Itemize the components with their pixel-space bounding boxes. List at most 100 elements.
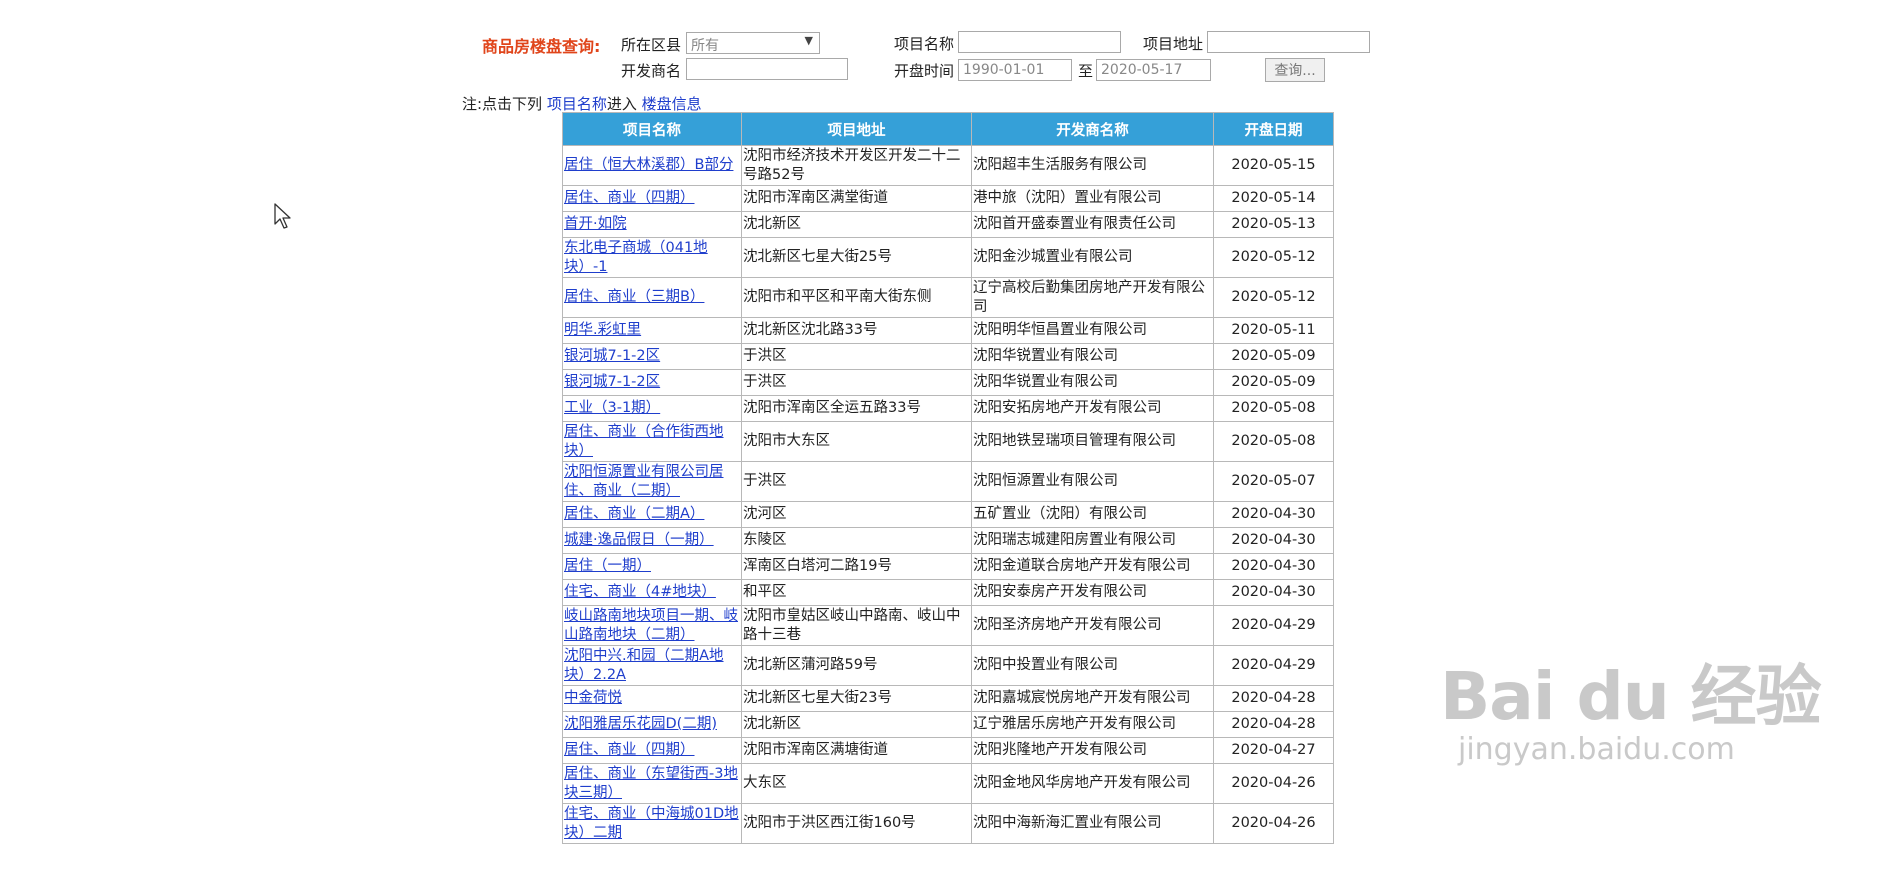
- table-row: 东北电子商城（041地块）-1 沈北新区七星大街25号 沈阳金沙城置业有限公司 …: [562, 237, 1334, 278]
- project-link[interactable]: 居住（一期）: [564, 558, 651, 574]
- project-link[interactable]: 中金荷悦: [564, 690, 622, 706]
- cell-date: 2020-05-13: [1213, 211, 1334, 238]
- table-row: 首开·如院 沈北新区 沈阳首开盛泰置业有限责任公司 2020-05-13: [562, 211, 1334, 238]
- to-label: 至: [1078, 62, 1094, 80]
- project-link[interactable]: 首开·如院: [564, 216, 627, 232]
- note-prefix: 注:点击下列: [462, 95, 543, 113]
- cell-project-name: 居住、商业（二期A）: [562, 501, 742, 528]
- project-link[interactable]: 住宅、商业（中海城01D地块）二期: [564, 806, 739, 841]
- table-row: 银河城7-1-2区 于洪区 沈阳华锐置业有限公司 2020-05-09: [562, 343, 1334, 370]
- cell-address: 大东区: [741, 763, 972, 804]
- note-project-name: 项目名称: [546, 95, 607, 113]
- query-button[interactable]: 查询...: [1265, 58, 1325, 82]
- cell-address: 沈北新区沈北路33号: [741, 317, 972, 344]
- cell-developer: 沈阳首开盛泰置业有限责任公司: [971, 211, 1214, 238]
- project-link[interactable]: 沈阳中兴.和园（二期A地块）2.2A: [564, 648, 724, 683]
- cell-project-name: 中金荷悦: [562, 685, 742, 712]
- project-address-input[interactable]: [1207, 31, 1370, 53]
- cell-address: 沈北新区蒲河路59号: [741, 645, 972, 686]
- cell-project-name: 工业（3-1期）: [562, 395, 742, 422]
- cell-address: 沈阳市浑南区满堂街道: [741, 185, 972, 212]
- cell-address: 沈阳市和平区和平南大街东侧: [741, 277, 972, 318]
- cell-project-name: 沈阳中兴.和园（二期A地块）2.2A: [562, 645, 742, 686]
- cell-address: 沈阳市浑南区满塘街道: [741, 737, 972, 764]
- cell-address: 沈阳市皇姑区岐山中路南、岐山中路十三巷: [741, 605, 972, 646]
- project-link[interactable]: 城建·逸品假日（一期）: [564, 532, 714, 548]
- cell-project-name: 居住、商业（东望街西-3地块三期）: [562, 763, 742, 804]
- table-row: 工业（3-1期） 沈阳市浑南区全运五路33号 沈阳安拓房地产开发有限公司 202…: [562, 395, 1334, 422]
- cell-date: 2020-04-30: [1213, 501, 1334, 528]
- cell-date: 2020-04-26: [1213, 763, 1334, 804]
- project-link[interactable]: 居住、商业（四期）: [564, 742, 695, 758]
- table-row: 居住、商业（三期B） 沈阳市和平区和平南大街东侧 辽宁高校后勤集团房地产开发有限…: [562, 277, 1334, 318]
- cell-developer: 沈阳华锐置业有限公司: [971, 369, 1214, 396]
- cell-developer: 五矿置业（沈阳）有限公司: [971, 501, 1214, 528]
- project-link[interactable]: 居住、商业（四期）: [564, 190, 695, 206]
- district-select-value: 所有: [691, 38, 719, 54]
- header-project-address: 项目地址: [741, 112, 972, 146]
- project-link[interactable]: 东北电子商城（041地块）-1: [564, 240, 708, 275]
- cell-developer: 沈阳安泰房产开发有限公司: [971, 579, 1214, 606]
- table-row: 居住、商业（四期） 沈阳市浑南区满塘街道 沈阳兆隆地产开发有限公司 2020-0…: [562, 737, 1334, 764]
- project-link[interactable]: 居住、商业（合作街西地块）: [564, 424, 724, 459]
- header-project-name: 项目名称: [562, 112, 742, 146]
- cell-date: 2020-04-28: [1213, 685, 1334, 712]
- open-time-label: 开盘时间: [894, 62, 955, 80]
- project-link[interactable]: 居住、商业（东望街西-3地块三期）: [564, 766, 738, 801]
- cell-date: 2020-05-07: [1213, 461, 1334, 502]
- cell-address: 和平区: [741, 579, 972, 606]
- cell-developer: 沈阳中海新海汇置业有限公司: [971, 803, 1214, 844]
- cell-address: 沈阳市浑南区全运五路33号: [741, 395, 972, 422]
- project-link[interactable]: 明华.彩虹里: [564, 322, 641, 338]
- table-header-row: 项目名称 项目地址 开发商名称 开盘日期: [562, 112, 1334, 146]
- cell-project-name: 居住、商业（四期）: [562, 185, 742, 212]
- chevron-down-icon: ▼: [804, 34, 813, 47]
- search-title: 商品房楼盘查询:: [482, 37, 601, 56]
- cell-developer: 沈阳兆隆地产开发有限公司: [971, 737, 1214, 764]
- cell-developer: 沈阳嘉城宸悦房地产开发有限公司: [971, 685, 1214, 712]
- cell-date: 2020-05-09: [1213, 369, 1334, 396]
- cell-project-name: 住宅、商业（中海城01D地块）二期: [562, 803, 742, 844]
- developer-label: 开发商名: [621, 62, 682, 80]
- cell-date: 2020-04-28: [1213, 711, 1334, 738]
- cell-address: 沈北新区七星大街25号: [741, 237, 972, 278]
- cell-date: 2020-05-12: [1213, 277, 1334, 318]
- cell-address: 东陵区: [741, 527, 972, 554]
- cell-address: 沈河区: [741, 501, 972, 528]
- project-link[interactable]: 住宅、商业（4#地块）: [564, 584, 716, 600]
- cell-date: 2020-04-26: [1213, 803, 1334, 844]
- table-row: 居住（恒大林溪郡）B部分 沈阳市经济技术开发区开发二十二号路52号 沈阳超丰生活…: [562, 145, 1334, 186]
- project-link[interactable]: 银河城7-1-2区: [564, 348, 660, 364]
- cell-address: 于洪区: [741, 369, 972, 396]
- cell-developer: 辽宁雅居乐房地产开发有限公司: [971, 711, 1214, 738]
- project-link[interactable]: 沈阳恒源置业有限公司居住、商业（二期）: [564, 464, 724, 499]
- table-row: 居住（一期） 浑南区白塔河二路19号 沈阳金道联合房地产开发有限公司 2020-…: [562, 553, 1334, 580]
- project-name-input[interactable]: [958, 31, 1121, 53]
- project-name-label: 项目名称: [894, 35, 955, 53]
- project-link[interactable]: 岐山路南地块项目一期、岐山路南地块（二期）: [564, 608, 738, 643]
- date-to-input[interactable]: [1096, 59, 1211, 81]
- header-open-date: 开盘日期: [1213, 112, 1334, 146]
- cell-address: 沈阳市于洪区西江街160号: [741, 803, 972, 844]
- project-link[interactable]: 居住、商业（二期A）: [564, 506, 704, 522]
- district-select[interactable]: 所有 ▼: [686, 32, 820, 54]
- developer-input[interactable]: [686, 58, 848, 80]
- watermark-url: jingyan.baidu.com: [1458, 732, 1735, 767]
- cell-date: 2020-05-15: [1213, 145, 1334, 186]
- cell-project-name: 沈阳雅居乐花园D(二期): [562, 711, 742, 738]
- district-label: 所在区县: [621, 36, 682, 54]
- project-link[interactable]: 居住（恒大林溪郡）B部分: [564, 157, 733, 173]
- project-link[interactable]: 居住、商业（三期B）: [564, 289, 704, 305]
- project-link[interactable]: 工业（3-1期）: [564, 400, 660, 416]
- cell-date: 2020-05-11: [1213, 317, 1334, 344]
- date-from-input[interactable]: [958, 59, 1072, 81]
- cell-developer: 沈阳金沙城置业有限公司: [971, 237, 1214, 278]
- watermark-brand: Bai du 经验: [1440, 658, 1822, 735]
- cell-date: 2020-05-08: [1213, 395, 1334, 422]
- table-row: 住宅、商业（4#地块） 和平区 沈阳安泰房产开发有限公司 2020-04-30: [562, 579, 1334, 606]
- project-link[interactable]: 沈阳雅居乐花园D(二期): [564, 716, 717, 732]
- cell-address: 于洪区: [741, 461, 972, 502]
- cell-date: 2020-05-09: [1213, 343, 1334, 370]
- table-row: 城建·逸品假日（一期） 东陵区 沈阳瑞志城建阳房置业有限公司 2020-04-3…: [562, 527, 1334, 554]
- project-link[interactable]: 银河城7-1-2区: [564, 374, 660, 390]
